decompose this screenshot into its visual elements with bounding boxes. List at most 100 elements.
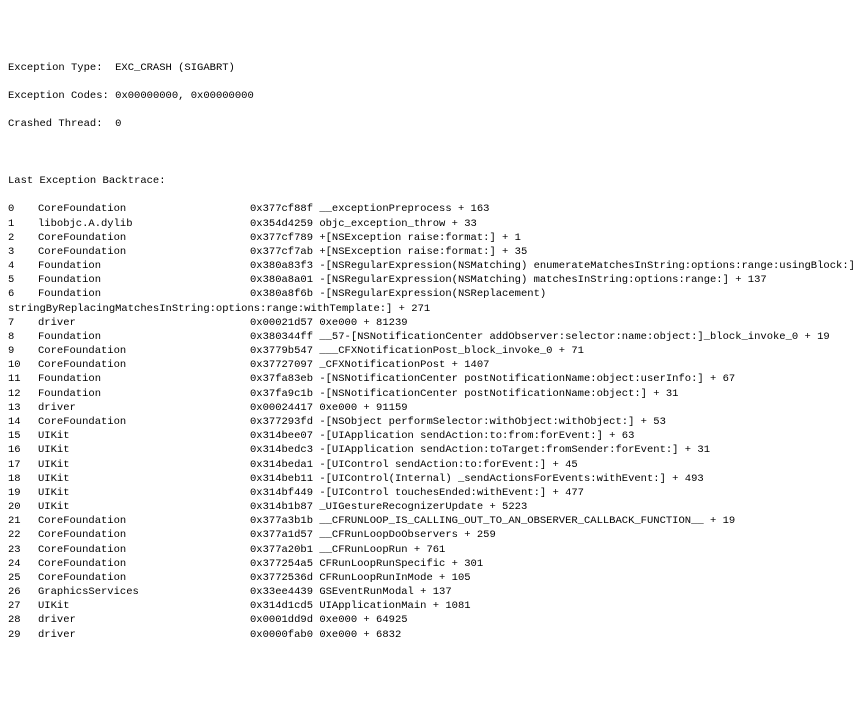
frame-library: UIKit — [38, 458, 250, 472]
frame-library: CoreFoundation — [38, 231, 250, 245]
backtrace-row: 19UIKit0x314bf449 -[UIControl touchesEnd… — [8, 486, 847, 500]
frame-symbol: __CFRUNLOOP_IS_CALLING_OUT_TO_AN_OBSERVE… — [319, 515, 735, 527]
frame-symbol: CFRunLoopRunSpecific + 301 — [319, 558, 483, 570]
frame-library: CoreFoundation — [38, 571, 250, 585]
crashed-thread-line: Crashed Thread: 0 — [8, 117, 847, 131]
frame-address: 0x377a3b1b — [250, 514, 313, 528]
frame-address: 0x33ee4439 — [250, 585, 313, 599]
frame-symbol: CFRunLoopRunInMode + 105 — [319, 572, 470, 584]
backtrace-wrapped-line: stringByReplacingMatchesInString:options… — [8, 302, 847, 316]
frame-index: 6 — [8, 287, 38, 301]
frame-symbol: 0xe000 + 81239 — [319, 317, 407, 329]
backtrace-row: 7driver0x00021d57 0xe000 + 81239 — [8, 316, 847, 330]
frame-address: 0x0001dd9d — [250, 613, 313, 627]
frame-address: 0x380a8a01 — [250, 273, 313, 287]
frame-library: CoreFoundation — [38, 202, 250, 216]
frame-symbol: GSEventRunModal + 137 — [319, 586, 451, 598]
frame-library: GraphicsServices — [38, 585, 250, 599]
frame-library: driver — [38, 628, 250, 642]
frame-address: 0x380a8f6b — [250, 287, 313, 301]
frame-address: 0x37fa9c1b — [250, 387, 313, 401]
frame-library: UIKit — [38, 443, 250, 457]
frame-address: 0x314bf449 — [250, 486, 313, 500]
backtrace-row: 12Foundation0x37fa9c1b -[NSNotificationC… — [8, 387, 847, 401]
frame-address: 0x314beda1 — [250, 458, 313, 472]
crashed-thread-label: Crashed Thread: — [8, 117, 103, 131]
crashed-thread-value: 0 — [115, 118, 121, 130]
frame-address: 0x00024417 — [250, 401, 313, 415]
frame-address: 0x380344ff — [250, 330, 313, 344]
frame-library: CoreFoundation — [38, 415, 250, 429]
frame-symbol: -[UIControl sendAction:to:forEvent:] + 4… — [319, 459, 577, 471]
frame-symbol: +[NSException raise:format:] + 35 — [319, 246, 527, 258]
frame-library: CoreFoundation — [38, 358, 250, 372]
frame-index: 3 — [8, 245, 38, 259]
backtrace-row: 0CoreFoundation0x377cf88f __exceptionPre… — [8, 202, 847, 216]
backtrace-row: 2CoreFoundation0x377cf789 +[NSException … — [8, 231, 847, 245]
frame-address: 0x377cf7ab — [250, 245, 313, 259]
frame-index: 19 — [8, 486, 38, 500]
backtrace-row: 14CoreFoundation0x377293fd -[NSObject pe… — [8, 415, 847, 429]
frame-index: 20 — [8, 500, 38, 514]
frame-index: 29 — [8, 628, 38, 642]
backtrace-row: 9CoreFoundation0x3779b547 ___CFXNotifica… — [8, 344, 847, 358]
backtrace-row: 10CoreFoundation0x37727097 _CFXNotificat… — [8, 358, 847, 372]
backtrace-row: 18UIKit0x314beb11 -[UIControl(Internal) … — [8, 472, 847, 486]
frame-index: 22 — [8, 528, 38, 542]
exception-codes-label: Exception Codes: — [8, 89, 109, 103]
backtrace-row: 20UIKit0x314b1b87 _UIGestureRecognizerUp… — [8, 500, 847, 514]
backtrace-row: 5Foundation0x380a8a01 -[NSRegularExpress… — [8, 273, 847, 287]
frame-symbol: UIApplicationMain + 1081 — [319, 600, 470, 612]
frame-index: 8 — [8, 330, 38, 344]
frame-address: 0x354d4259 — [250, 217, 313, 231]
frame-symbol: -[UIApplication sendAction:to:from:forEv… — [319, 430, 634, 442]
frame-index: 11 — [8, 372, 38, 386]
frame-index: 23 — [8, 543, 38, 557]
backtrace-row: 23CoreFoundation0x377a20b1 __CFRunLoopRu… — [8, 543, 847, 557]
frame-index: 7 — [8, 316, 38, 330]
backtrace-row: 25CoreFoundation0x3772536d CFRunLoopRunI… — [8, 571, 847, 585]
frame-library: CoreFoundation — [38, 514, 250, 528]
frame-address: 0x314bee07 — [250, 429, 313, 443]
backtrace-row: 21CoreFoundation0x377a3b1b __CFRUNLOOP_I… — [8, 514, 847, 528]
frame-library: driver — [38, 316, 250, 330]
frame-address: 0x377a20b1 — [250, 543, 313, 557]
backtrace-row: 8Foundation0x380344ff __57-[NSNotificati… — [8, 330, 847, 344]
frame-index: 25 — [8, 571, 38, 585]
backtrace-title: Last Exception Backtrace: — [8, 174, 847, 188]
backtrace-row: 16UIKit0x314bedc3 -[UIApplication sendAc… — [8, 443, 847, 457]
frame-index: 21 — [8, 514, 38, 528]
frame-address: 0x380a83f3 — [250, 259, 313, 273]
frame-address: 0x0000fab0 — [250, 628, 313, 642]
backtrace-row: 4Foundation0x380a83f3 -[NSRegularExpress… — [8, 259, 847, 273]
exception-codes-line: Exception Codes: 0x00000000, 0x00000000 — [8, 89, 847, 103]
frame-address: 0x377cf88f — [250, 202, 313, 216]
frame-library: driver — [38, 613, 250, 627]
frame-symbol: -[NSRegularExpression(NSMatching) enumer… — [319, 260, 855, 272]
frame-index: 15 — [8, 429, 38, 443]
frame-index: 2 — [8, 231, 38, 245]
frame-address: 0x00021d57 — [250, 316, 313, 330]
backtrace-row: 3CoreFoundation0x377cf7ab +[NSException … — [8, 245, 847, 259]
frame-address: 0x3779b547 — [250, 344, 313, 358]
frame-symbol: _UIGestureRecognizerUpdate + 5223 — [319, 501, 527, 513]
frame-symbol: -[UIControl(Internal) _sendActionsForEve… — [319, 473, 703, 485]
frame-library: UIKit — [38, 472, 250, 486]
backtrace-row: 29driver0x0000fab0 0xe000 + 6832 — [8, 628, 847, 642]
frame-index: 4 — [8, 259, 38, 273]
frame-symbol: 0xe000 + 91159 — [319, 402, 407, 414]
backtrace-row: 17UIKit0x314beda1 -[UIControl sendAction… — [8, 458, 847, 472]
frame-index: 0 — [8, 202, 38, 216]
exception-codes-value: 0x00000000, 0x00000000 — [115, 90, 254, 102]
frame-symbol: __exceptionPreprocess + 163 — [319, 203, 489, 215]
frame-library: driver — [38, 401, 250, 415]
frame-library: CoreFoundation — [38, 245, 250, 259]
frame-symbol: +[NSException raise:format:] + 1 — [319, 232, 521, 244]
frame-symbol: 0xe000 + 6832 — [319, 629, 401, 641]
frame-address: 0x377a1d57 — [250, 528, 313, 542]
frame-library: CoreFoundation — [38, 543, 250, 557]
frame-symbol: -[NSNotificationCenter postNotificationN… — [319, 373, 735, 385]
frame-library: UIKit — [38, 500, 250, 514]
frame-index: 12 — [8, 387, 38, 401]
frame-index: 1 — [8, 217, 38, 231]
